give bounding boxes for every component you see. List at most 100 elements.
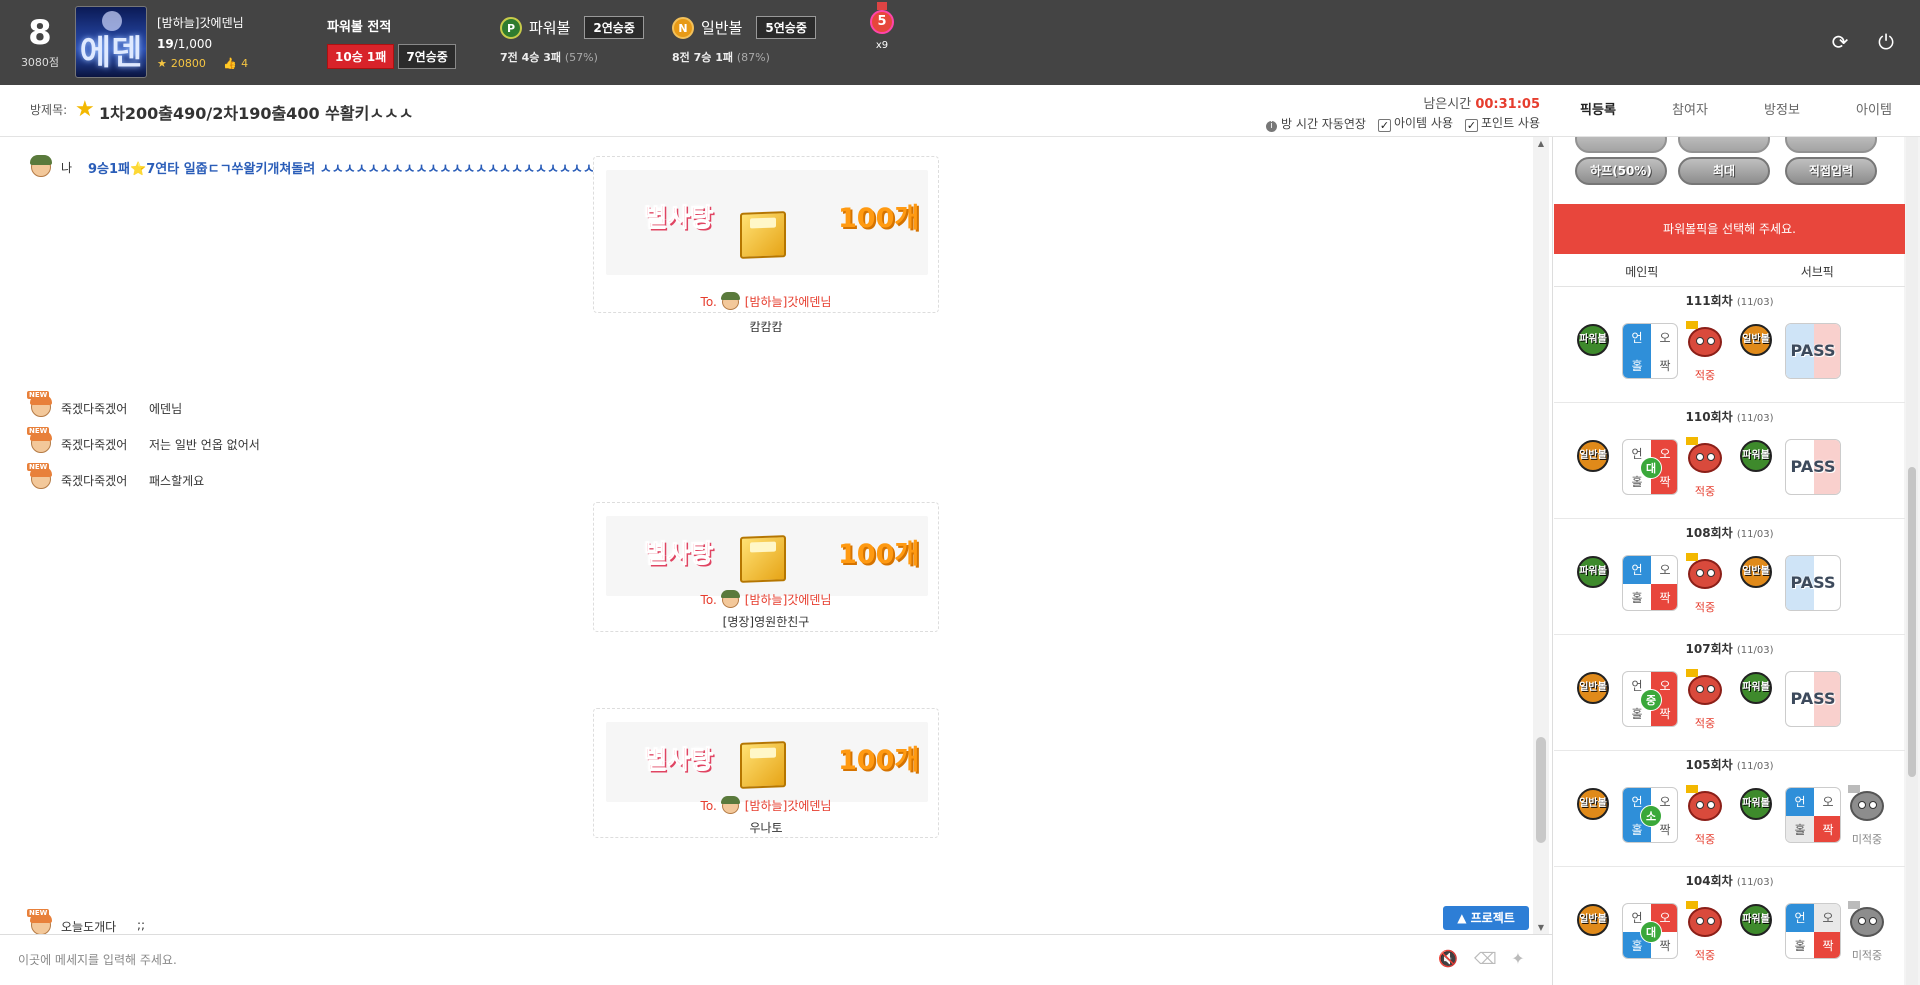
magic-wand-icon[interactable]: ✦ (1508, 949, 1528, 969)
sub-pick-label: 서브픽 (1800, 265, 1834, 279)
chat-author[interactable]: 나 (61, 159, 72, 176)
round-date: (11/03) (1736, 413, 1774, 424)
protect-button[interactable]: ▲ 프로젝트 (1443, 906, 1529, 930)
use-point-checkbox[interactable]: ✓ 포인트 사용 (1464, 114, 1540, 132)
gift-sender: 캄캄캄 (749, 320, 783, 334)
chat-author[interactable]: 오늘도개다 (61, 918, 116, 934)
gift-sender: [명장]영원한친구 (722, 615, 810, 629)
gift-candy-label: 별사탕 (643, 745, 714, 775)
power-icon[interactable]: ⏻ (1874, 30, 1898, 54)
max-button[interactable]: 최대 (1678, 157, 1770, 185)
round-title: 108회차 (11/03) (1554, 524, 1905, 541)
hit-mascot-icon (1684, 669, 1726, 709)
star-icon: ★ (157, 57, 167, 70)
level-number: 8 (28, 13, 52, 53)
round-row[interactable]: 108회차 (11/03) 파워볼 언 오 홀 짝 적중 일반볼 PASS (1554, 519, 1905, 635)
pick-cell-jjak: 짝 (1814, 816, 1840, 842)
record-title: 파워볼 전적 (327, 20, 392, 35)
sub-ball-icon: 파워볼 (1740, 788, 1772, 820)
amount-button-hidden[interactable] (1575, 137, 1667, 153)
profile-avatar[interactable]: 에덴 (75, 6, 147, 78)
main-ball-icon: 파워볼 (1577, 324, 1609, 356)
scroll-down-icon[interactable]: ▼ (1533, 923, 1549, 932)
scroll-up-icon[interactable]: ▲ (1533, 139, 1549, 148)
gift-count: 100개 (838, 539, 920, 570)
room-title-label: 방제목: (30, 103, 68, 117)
round-row[interactable]: 111회차 (11/03) 파워볼 언 오 홀 짝 적중 일반볼 PASS (1554, 287, 1905, 403)
pick-cell-un: 언 (1623, 556, 1651, 584)
chat-author[interactable]: 죽겠다죽겠어 (61, 472, 127, 489)
round-row[interactable]: 104회차 (11/03) 일반볼 언 오 홀 짝 대 적중 파워볼 언 오 홀… (1554, 867, 1905, 983)
pick-alert: 파워볼픽을 선택해 주세요. (1554, 204, 1905, 254)
chat-author[interactable]: 죽겠다죽겠어 (61, 400, 127, 417)
panel-scrollbar[interactable] (1906, 137, 1918, 985)
main-pick-grid: 언 오 홀 짝 중 (1622, 671, 1678, 727)
round-date: (11/03) (1736, 761, 1774, 772)
use-item-checkbox[interactable]: ✓ 아이템 사용 (1377, 114, 1453, 132)
scroll-thumb[interactable] (1536, 737, 1546, 843)
gift-box-icon (740, 211, 786, 259)
checkbox-icon: ✓ (1377, 119, 1391, 132)
chat-avatar[interactable]: NEW (27, 427, 54, 454)
medal-badge[interactable]: 5 x9 (870, 2, 894, 51)
panel-scroll-thumb[interactable] (1908, 467, 1916, 777)
powerball-streak: 2연승중 (584, 16, 644, 39)
tab-participants[interactable]: 참여자 (1644, 85, 1736, 136)
main-pick-grid: 언 오 홀 짝 대 (1622, 903, 1678, 959)
eraser-icon[interactable]: ⌫ (1474, 949, 1497, 969)
half-button[interactable]: 하프(50%) (1575, 157, 1667, 185)
round-number: 107회차 (1685, 642, 1733, 656)
medal-multiplier: x9 (875, 40, 889, 51)
username: [밤하늘]갓에덴님 (157, 16, 244, 30)
round-row[interactable]: 110회차 (11/03) 일반볼 언 오 홀 짝 대 적중 파워볼 PASS (1554, 403, 1905, 519)
chat-avatar[interactable]: NEW (27, 391, 54, 418)
mute-icon[interactable]: 🔇 (1438, 949, 1458, 969)
round-row[interactable]: 105회차 (11/03) 일반볼 언 오 홀 짝 소 적중 파워볼 언 오 홀… (1554, 751, 1905, 867)
pick-cell-un: 언 (1786, 788, 1814, 816)
gift-to-label: To. (700, 593, 717, 607)
sub-pass-box: PASS (1785, 555, 1841, 611)
amount-button-hidden[interactable] (1785, 137, 1877, 153)
round-number: 105회차 (1685, 758, 1733, 772)
avatar (720, 795, 742, 815)
chat-author[interactable]: 죽겠다죽겠어 (61, 436, 127, 453)
round-title: 111회차 (11/03) (1554, 292, 1905, 309)
auto-extend-label: 방 시간 자동연장 (1281, 116, 1366, 131)
auto-extend-option[interactable]: i방 시간 자동연장 (1266, 115, 1366, 132)
round-row[interactable]: 107회차 (11/03) 일반볼 언 오 홀 짝 중 적중 파워볼 PASS (1554, 635, 1905, 751)
chat-message: 에덴님 (149, 402, 183, 416)
pick-cell-o: 오 (1822, 795, 1834, 809)
chat-avatar[interactable] (28, 154, 54, 178)
main-ball-icon: 일반볼 (1577, 672, 1609, 704)
miss-mascot-icon (1846, 901, 1888, 941)
tab-pick-register[interactable]: 픽등록 (1552, 85, 1644, 136)
direct-input-button[interactable]: 직접입력 (1785, 157, 1877, 185)
sub-ball-icon: 일반볼 (1740, 324, 1772, 356)
tab-items[interactable]: 아이템 (1828, 85, 1920, 136)
user-level: 8 3080점 (18, 12, 62, 70)
normalball-stat: N 일반볼 5연승중 8전 7승 1패 (87%) (672, 16, 816, 65)
round-date: (11/03) (1736, 529, 1774, 540)
medal-icon: 5 (870, 10, 894, 34)
size-badge: 대 (1640, 921, 1662, 943)
pick-cell-o: 오 (1814, 904, 1840, 932)
chat-avatar[interactable]: NEW (27, 909, 54, 934)
gift-candy-label: 별사탕 (643, 539, 714, 569)
remain-time: 00:31:05 (1475, 97, 1540, 112)
chat-area: 나 9승1패⭐7연타 일줍ㄷㄱ쑤왈키개쳐돌려 ㅅㅅㅅㅅㅅㅅㅅㅅㅅㅅㅅㅅㅅㅅㅅㅅㅅ… (0, 137, 1530, 934)
hit-mascot-icon (1684, 785, 1726, 825)
refresh-icon[interactable]: ⟳ (1828, 30, 1852, 54)
amount-button-hidden[interactable] (1678, 137, 1770, 153)
tab-room-info[interactable]: 방정보 (1736, 85, 1828, 136)
remaining-time: 남은시간 00:31:05 (1423, 93, 1540, 112)
powerball-summary: 7전 4승 3패 (500, 51, 561, 64)
round-title: 107회차 (11/03) (1554, 640, 1905, 657)
gift-recipient-line: To. [밤하늘]갓에덴님 (594, 291, 938, 311)
chat-avatar[interactable]: NEW (27, 463, 54, 490)
chat-input[interactable] (18, 947, 1398, 973)
chat-scrollbar[interactable]: ▲ ▼ (1533, 137, 1549, 934)
record-streak-badge: 7연승중 (398, 44, 456, 69)
round-date: (11/03) (1736, 877, 1774, 888)
main-pick-grid: 언 오 홀 짝 (1622, 555, 1678, 611)
gift-recipient: [밤하늘]갓에덴님 (744, 799, 832, 813)
